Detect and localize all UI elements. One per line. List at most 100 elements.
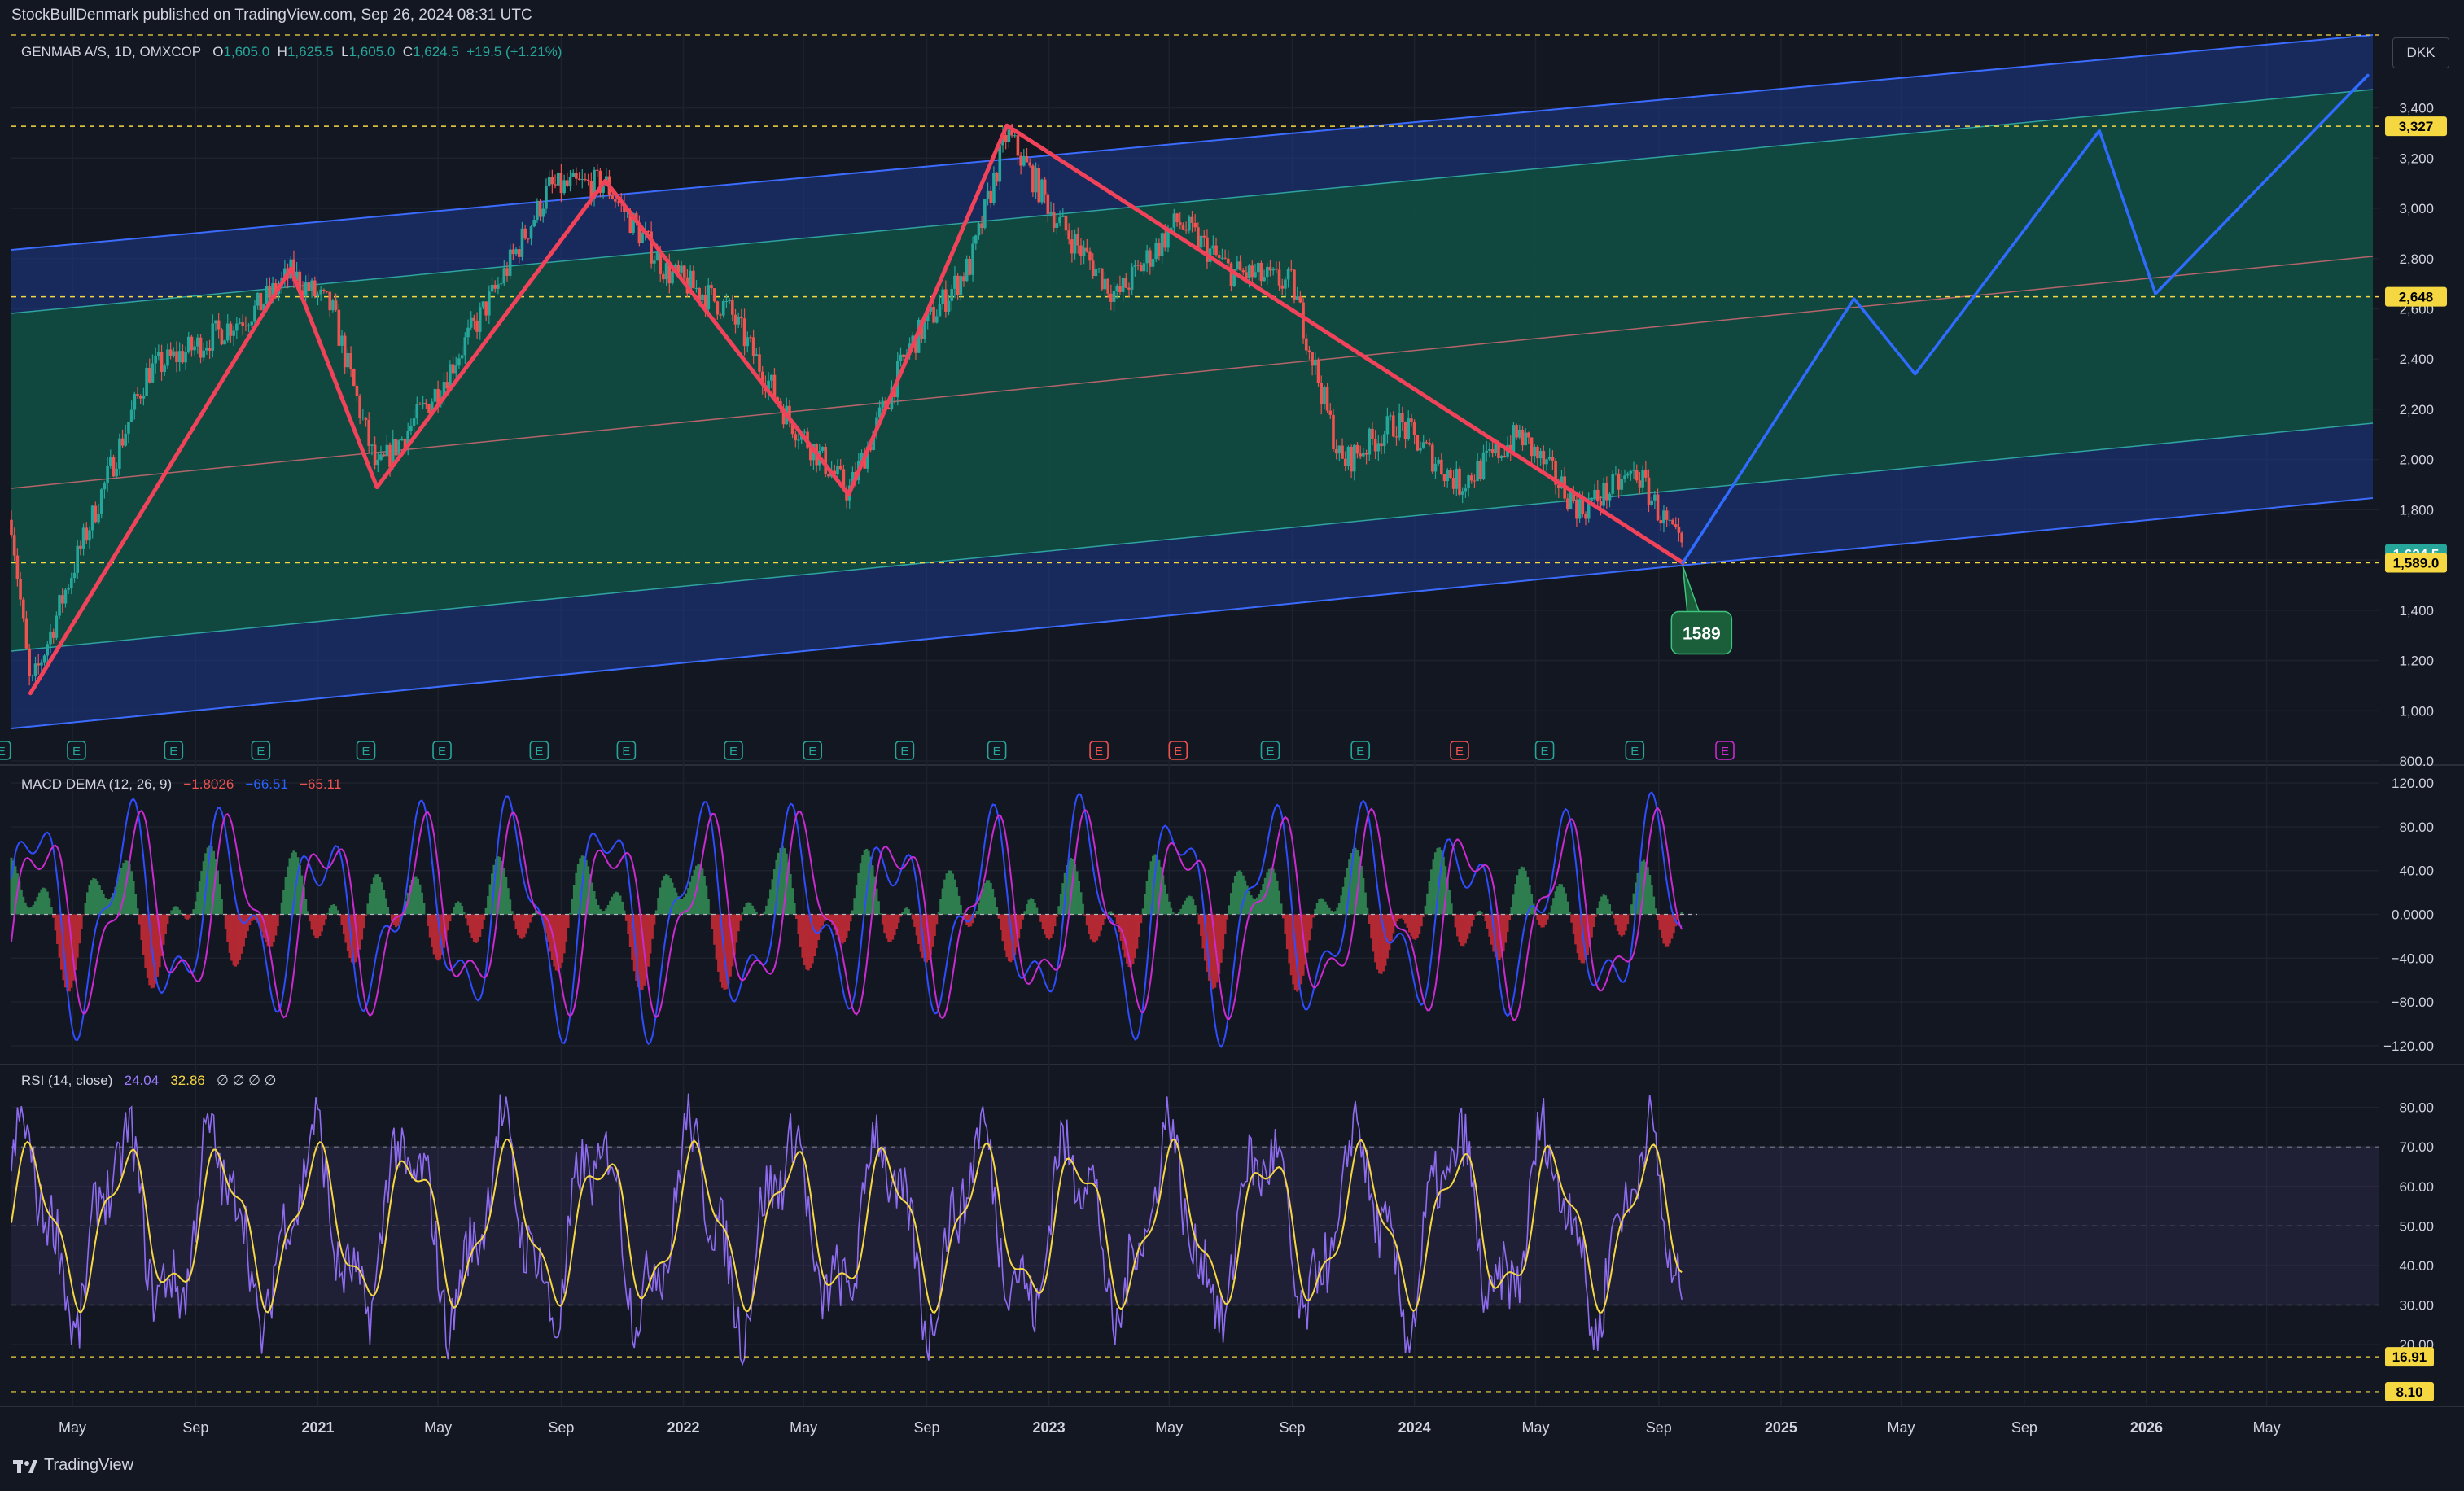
macd-legend[interactable]: MACD DEMA (12, 26, 9) −1.8026 −66.51 −65…	[21, 776, 341, 793]
candle-body	[1431, 444, 1434, 471]
candle-body	[680, 265, 683, 272]
earnings-marker-label: E	[729, 745, 737, 759]
candle-body	[1271, 269, 1275, 270]
candle-body	[94, 505, 98, 522]
candle-body	[948, 301, 951, 312]
candle-body	[725, 301, 729, 302]
currency-button[interactable]: DKK	[2392, 37, 2449, 68]
candle-body	[1061, 216, 1065, 217]
candle-body	[1218, 255, 1221, 258]
candle-body	[130, 410, 133, 422]
candle-body	[1669, 520, 1672, 521]
candle-body	[797, 440, 800, 441]
candle-body	[1008, 129, 1011, 142]
candle-body	[61, 595, 64, 603]
tradingview-brand[interactable]: TradingView	[13, 1456, 133, 1475]
chart-svg[interactable]: MaySep2021MaySep2022MaySep2023MaySep2024…	[0, 0, 2464, 1487]
macd-hist-bar	[483, 915, 485, 920]
candle-body	[482, 301, 485, 307]
candle-body	[1524, 432, 1527, 445]
candle-body	[541, 209, 545, 217]
x-tick-label: 2025	[1765, 1419, 1797, 1436]
candle-body	[960, 276, 963, 295]
candle-body	[1044, 180, 1047, 195]
macd-hist-bar	[363, 915, 365, 929]
candle-body	[1671, 520, 1674, 524]
candle-body	[1257, 263, 1260, 272]
candle-body	[304, 282, 308, 296]
candle-body	[980, 223, 983, 228]
candle-body	[163, 365, 166, 371]
candle-body	[1206, 238, 1209, 262]
macd-hist-bar	[50, 907, 53, 914]
candle-body	[500, 283, 503, 284]
macd-hist-bar	[1196, 913, 1198, 914]
macd-hist-bar	[1194, 905, 1197, 914]
macd-hist-bar	[1312, 915, 1315, 918]
candle-body	[1122, 278, 1125, 292]
candle-body	[1494, 444, 1497, 453]
change-value: +19.5 (+1.21%)	[466, 44, 562, 59]
earnings-marker-label: E	[0, 745, 6, 759]
candle-body	[1236, 261, 1239, 269]
candle-body	[340, 336, 344, 346]
macd-line-value: −66.51	[245, 776, 287, 792]
candle-body	[587, 180, 590, 181]
candle-body	[1407, 418, 1410, 439]
candle-body	[1320, 383, 1323, 404]
rsi-legend[interactable]: RSI (14, close) 24.04 32.86 ∅ ∅ ∅ ∅	[21, 1073, 276, 1089]
candle-body	[121, 439, 125, 446]
earnings-marker-label: E	[1095, 745, 1103, 759]
close-value: 1,624.5	[413, 44, 459, 59]
candle-body	[10, 520, 13, 536]
macd-hist-bar	[1508, 915, 1511, 920]
candle-body	[1476, 461, 1479, 481]
candle-body	[1227, 259, 1230, 264]
candle-body	[932, 307, 935, 323]
candle-body	[214, 321, 217, 324]
candle-body	[1022, 156, 1026, 166]
price-axis-badge-label: 2,648	[2399, 290, 2434, 305]
candle-body	[269, 286, 272, 297]
chart-stage[interactable]: MaySep2021MaySep2022MaySep2023MaySep2024…	[0, 0, 2464, 1487]
candle-body	[1065, 216, 1068, 230]
x-tick-label: May	[424, 1419, 452, 1436]
macd-hist-bar	[1022, 915, 1024, 920]
candle-body	[1536, 447, 1539, 458]
candle-body	[1623, 475, 1626, 479]
candle-body	[551, 177, 554, 185]
macd-hist-bar	[1366, 908, 1368, 915]
y-tick-label: 3,000	[2399, 201, 2434, 216]
price-legend[interactable]: GENMAB A/S, 1D, OMXCOP O1,605.0 H1,625.5…	[21, 44, 562, 60]
low-value: 1,605.0	[349, 44, 396, 59]
low-label: L	[341, 44, 348, 59]
y-tick-label: 30.00	[2399, 1298, 2434, 1314]
symbol-label: GENMAB A/S, 1D, OMXCOP	[21, 44, 201, 59]
candle-body	[1515, 425, 1518, 437]
earnings-marker-label: E	[1266, 745, 1274, 759]
candle-body	[1368, 429, 1371, 455]
candle-body	[46, 644, 49, 655]
candle-body	[328, 292, 331, 311]
candle-body	[1269, 267, 1272, 270]
macd-hist-bar	[567, 915, 570, 928]
candle-body	[196, 338, 199, 347]
candle-body	[1425, 442, 1429, 443]
candle-body	[85, 527, 88, 540]
candle-body	[743, 318, 746, 346]
y-tick-label: 80.00	[2399, 1100, 2434, 1116]
candle-body	[1455, 469, 1458, 489]
candle-body	[1491, 449, 1495, 453]
candle-body	[671, 271, 674, 283]
candle-body	[109, 457, 112, 466]
rsi-name: RSI (14, close)	[21, 1073, 112, 1088]
macd-hist-bar	[1610, 911, 1613, 914]
candle-body	[1131, 267, 1134, 290]
candle-body	[1163, 233, 1166, 247]
callout-label: 1589	[1683, 624, 1721, 643]
candle-body	[427, 404, 431, 413]
candle-body	[821, 447, 825, 451]
candle-body	[1079, 246, 1083, 256]
candle-body	[1543, 451, 1546, 464]
candle-body	[1166, 230, 1170, 247]
